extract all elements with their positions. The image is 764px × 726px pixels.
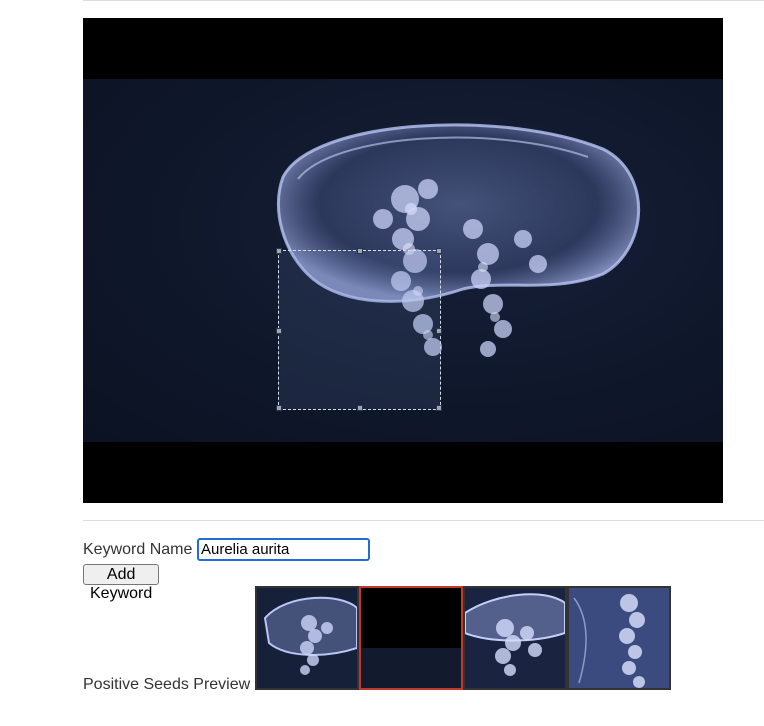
resize-handle-bottom-right[interactable] [436,405,442,411]
resize-handle-bottom-center[interactable] [357,405,363,411]
keyword-name-input[interactable] [197,538,370,561]
keyword-name-label: Keyword Name [83,541,193,558]
positive-seeds-label: Positive Seeds Preview [83,676,251,693]
top-divider [83,0,764,1]
video-frame[interactable] [83,18,723,503]
resize-handle-top-center[interactable] [357,248,363,254]
seed-thumbnail-2[interactable] [359,586,463,690]
selection-box[interactable] [276,248,442,411]
resize-handle-top-left[interactable] [276,248,282,254]
add-keyword-button[interactable]: Add Keyword [83,564,160,602]
resize-handle-bottom-left[interactable] [276,405,282,411]
section-divider [83,520,764,521]
positive-seeds-preview [255,586,671,690]
seed-thumbnail-4[interactable] [567,586,671,690]
resize-handle-middle-left[interactable] [276,328,282,334]
resize-handle-middle-right[interactable] [436,328,442,334]
keyword-row: Keyword Name [83,538,370,562]
jellyfish-video-image [83,79,723,442]
resize-handle-top-right[interactable] [436,248,442,254]
seed-thumbnail-3[interactable] [463,586,567,690]
seed-thumbnail-1[interactable] [255,586,359,690]
